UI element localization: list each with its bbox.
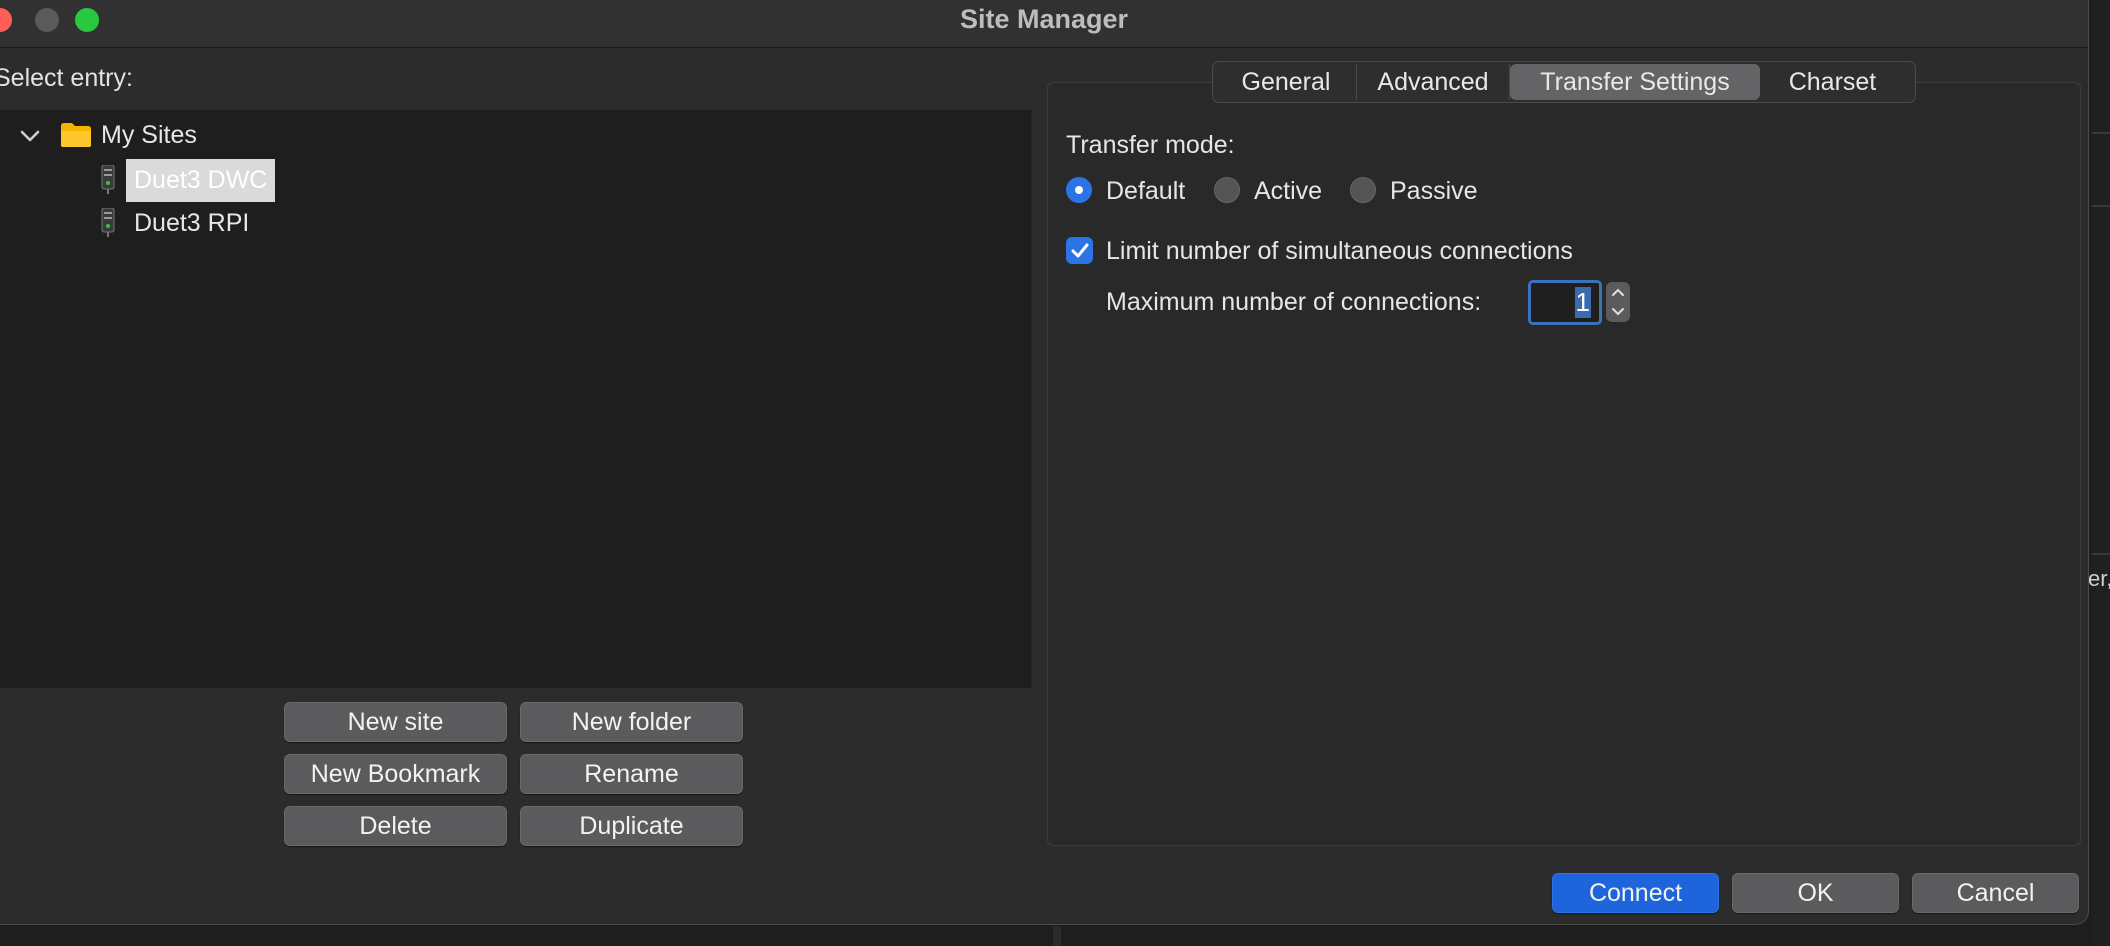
chevron-down-icon[interactable] bbox=[1611, 307, 1625, 317]
background-divider-c bbox=[2092, 553, 2110, 555]
max-connections-value: 1 bbox=[1574, 287, 1591, 318]
radio-passive[interactable] bbox=[1350, 177, 1376, 203]
site-manager-window: Site Manager Select entry: My Sites Duet… bbox=[0, 0, 2089, 925]
connect-button[interactable]: Connect bbox=[1552, 873, 1719, 913]
tree-item-my-sites[interactable]: My Sites bbox=[101, 114, 197, 156]
server-icon bbox=[101, 165, 115, 194]
server-icon bbox=[101, 208, 115, 237]
background-bottom-divider bbox=[1053, 926, 1061, 946]
cancel-button[interactable]: Cancel bbox=[1912, 873, 2079, 913]
radio-active-label[interactable]: Active bbox=[1254, 177, 1322, 206]
window-title: Site Manager bbox=[959, 4, 1129, 34]
tree-item-label: Duet3 DWC bbox=[134, 166, 268, 194]
rename-button[interactable]: Rename bbox=[520, 754, 743, 794]
radio-default[interactable] bbox=[1066, 177, 1092, 203]
new-bookmark-button[interactable]: New Bookmark bbox=[284, 754, 507, 794]
select-entry-label: Select entry: bbox=[0, 64, 133, 92]
tree-item-label: My Sites bbox=[101, 120, 197, 149]
settings-panel bbox=[1047, 82, 2081, 846]
title-bar: Site Manager bbox=[0, 0, 2088, 48]
radio-passive-label[interactable]: Passive bbox=[1390, 177, 1478, 206]
folder-icon bbox=[61, 123, 91, 147]
tab-general[interactable]: General bbox=[1216, 64, 1357, 100]
tab-advanced[interactable]: Advanced bbox=[1357, 64, 1510, 100]
chevron-up-icon[interactable] bbox=[1611, 287, 1625, 297]
max-connections-label: Maximum number of connections: bbox=[1106, 288, 1482, 316]
tree-item-duet3-dwc[interactable]: Duet3 DWC bbox=[126, 159, 276, 202]
tab-charset[interactable]: Charset bbox=[1760, 64, 1905, 100]
new-folder-button[interactable]: New folder bbox=[520, 702, 743, 742]
tree-item-label: Duet3 RPI bbox=[134, 208, 250, 237]
max-connections-input[interactable]: 1 bbox=[1528, 280, 1602, 325]
ok-button[interactable]: OK bbox=[1732, 873, 1899, 913]
radio-default-label[interactable]: Default bbox=[1106, 177, 1185, 206]
new-site-button[interactable]: New site bbox=[284, 702, 507, 742]
checkmark-icon bbox=[1071, 243, 1088, 257]
max-connections-stepper[interactable] bbox=[1606, 282, 1630, 322]
duplicate-button[interactable]: Duplicate bbox=[520, 806, 743, 846]
tab-transfer-settings[interactable]: Transfer Settings bbox=[1510, 64, 1760, 100]
transfer-mode-label: Transfer mode: bbox=[1066, 131, 1235, 159]
background-edge-text: er, bbox=[2088, 566, 2110, 591]
background-divider-a bbox=[2092, 132, 2110, 134]
background-divider-b bbox=[2092, 205, 2110, 207]
limit-connections-checkbox[interactable] bbox=[1066, 237, 1093, 264]
chevron-down-icon[interactable] bbox=[19, 125, 41, 147]
settings-tabs: General Advanced Transfer Settings Chars… bbox=[1212, 61, 1916, 103]
tree-item-duet3-rpi[interactable]: Duet3 RPI bbox=[126, 202, 257, 244]
delete-button[interactable]: Delete bbox=[284, 806, 507, 846]
radio-active[interactable] bbox=[1214, 177, 1240, 203]
background-strip-right bbox=[2092, 0, 2110, 946]
limit-connections-label[interactable]: Limit number of simultaneous connections bbox=[1106, 237, 1573, 266]
